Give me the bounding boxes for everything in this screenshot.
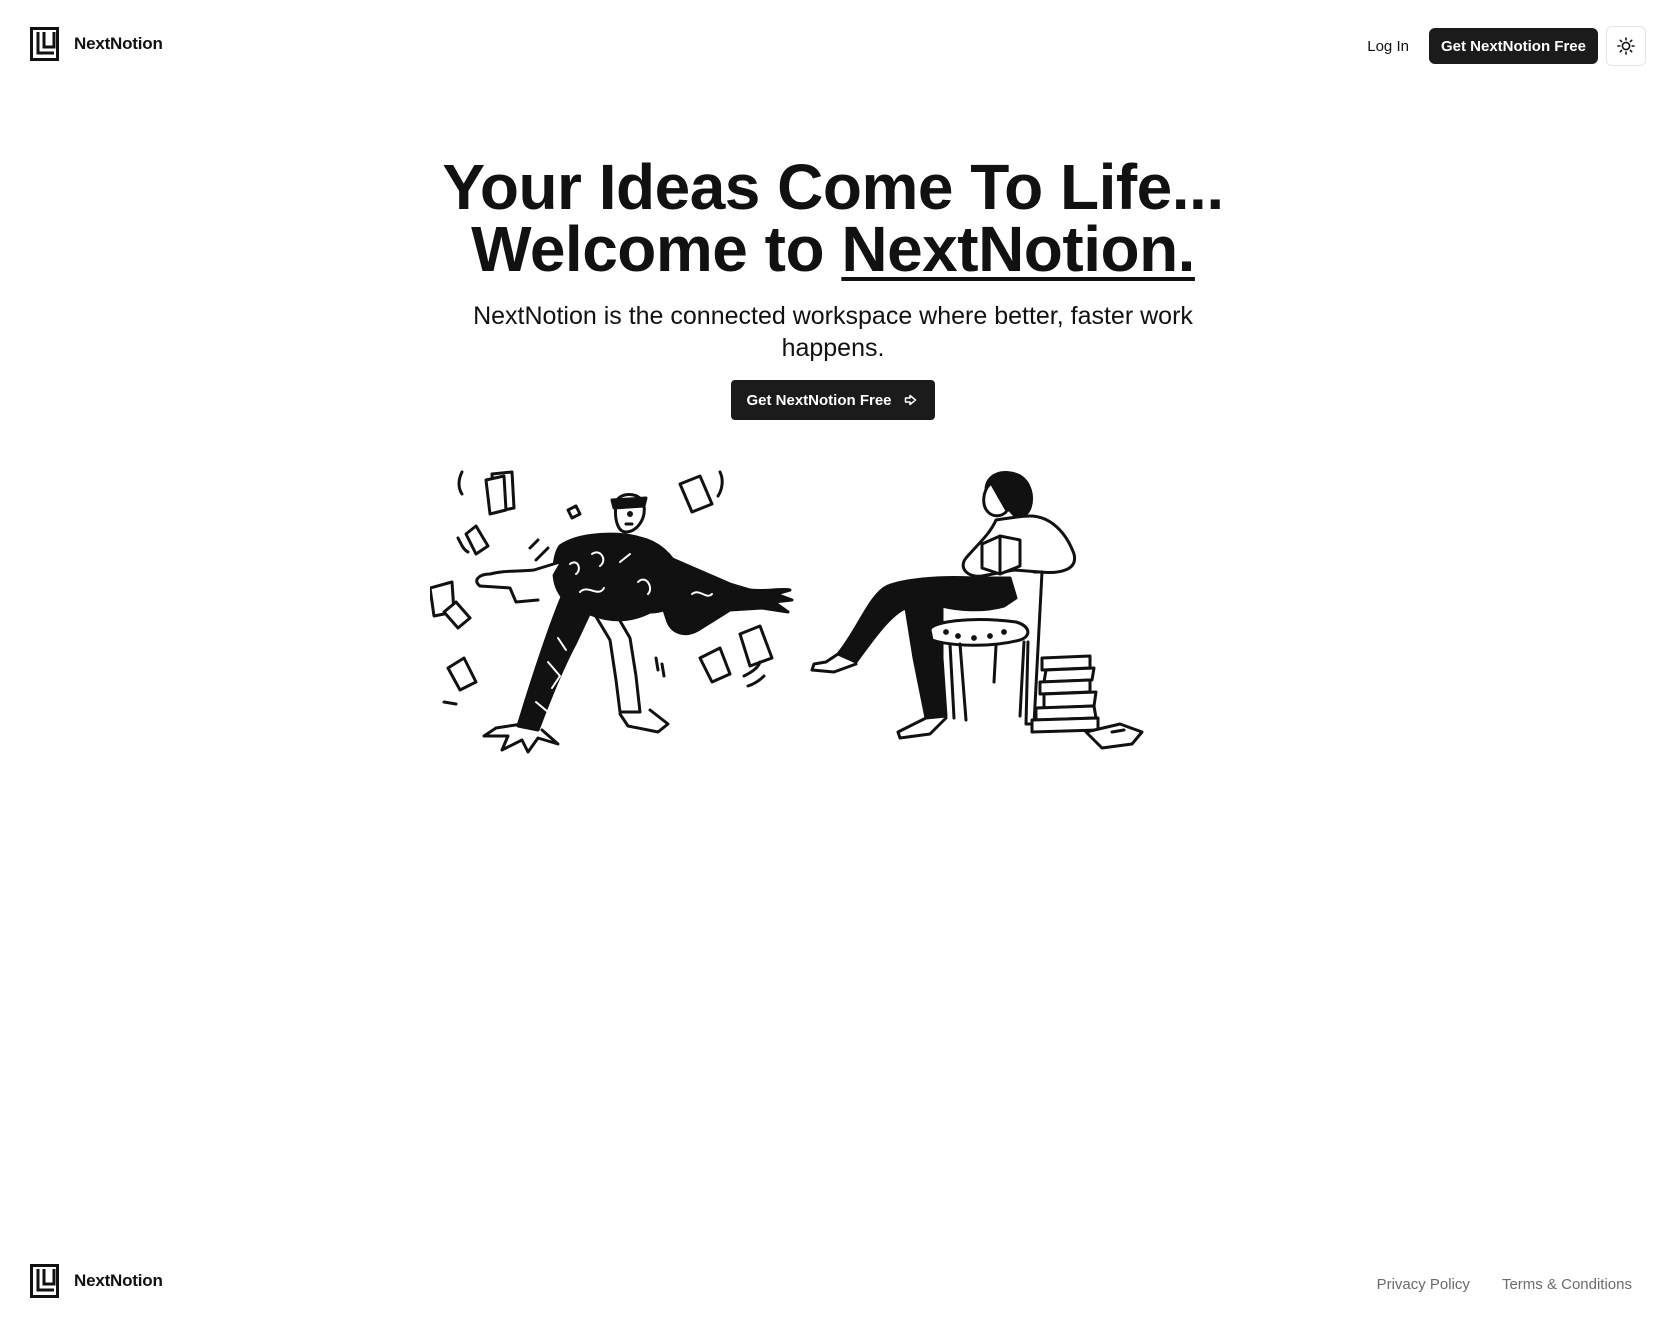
get-started-button[interactable]: Get NextNotion Free (1428, 28, 1598, 64)
privacy-policy-link[interactable]: Privacy Policy (1377, 1276, 1470, 1293)
footer-brand[interactable]: NextNotion (30, 1264, 163, 1298)
theme-toggle-button[interactable] (1606, 26, 1646, 66)
login-button[interactable]: Log In (1355, 30, 1421, 63)
hero-title-brand: NextNotion. (841, 213, 1195, 285)
hero-title-line-2: Welcome to NextNotion. (0, 217, 1666, 281)
footer: NextNotion Privacy Policy Terms & Condit… (0, 1238, 1666, 1326)
top-navbar: NextNotion Log In Get NextNotion Free (0, 0, 1666, 88)
hero-subtitle: NextNotion is the connected workspace wh… (473, 302, 1193, 362)
brand[interactable]: NextNotion (30, 27, 163, 61)
reading-woman-illustration (810, 471, 1144, 750)
arrow-right-icon (904, 394, 916, 406)
footer-brand-name: NextNotion (74, 1271, 163, 1290)
hero-title: Your Ideas Come To Life... Welcome to Ne… (0, 151, 1666, 281)
header-actions: Log In Get NextNotion Free (1355, 26, 1646, 66)
hero-title-line-1: Your Ideas Come To Life... (442, 151, 1224, 223)
footer-links: Privacy Policy Terms & Conditions (1377, 1276, 1632, 1293)
hero-title-prefix: Welcome to (471, 213, 842, 285)
logo-icon (30, 27, 59, 61)
logo-icon (30, 1264, 59, 1298)
running-man-illustration (430, 470, 794, 754)
brand-name: NextNotion (74, 34, 163, 53)
hero-get-started-button[interactable]: Get NextNotion Free (731, 380, 935, 420)
terms-conditions-link[interactable]: Terms & Conditions (1502, 1276, 1632, 1293)
hero-cta-label: Get NextNotion Free (746, 391, 892, 409)
hero-section: Your Ideas Come To Life... Welcome to Ne… (0, 151, 1666, 420)
landing-page: NextNotion Log In Get NextNotion Free Yo… (0, 0, 1666, 1326)
hero-illustration (430, 470, 1144, 754)
sun-icon (1617, 37, 1635, 55)
